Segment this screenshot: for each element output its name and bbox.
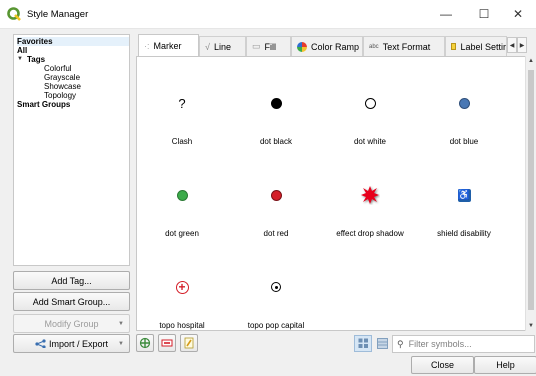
question-mark-icon: ? (178, 95, 186, 111)
modify-group-button[interactable]: Modify Group ▼ (13, 314, 130, 333)
tree-item-tags[interactable]: ▼ Tags (17, 55, 129, 64)
filter-symbols-input[interactable]: ⚲ Filter symbols... (392, 335, 535, 353)
symbol-list-scrollbar[interactable]: ▲ ▼ (525, 56, 535, 331)
add-item-button[interactable] (136, 334, 154, 352)
close-button[interactable]: Close (411, 356, 474, 374)
add-smart-group-button[interactable]: Add Smart Group... (13, 292, 130, 311)
list-view-button[interactable] (373, 335, 391, 352)
symbol-type-tabs: ·: Marker √ Line ▭ Fill Color Ramp abc T… (136, 34, 527, 56)
tab-scroll-right-icon[interactable]: ▶ (517, 37, 527, 53)
tab-label-settings[interactable]: Label Settir (445, 36, 507, 56)
maximize-button[interactable]: ☐ (466, 0, 502, 28)
modify-group-label: Modify Group (44, 318, 99, 329)
expand-arrow-icon[interactable]: ▼ (17, 55, 27, 64)
tree-item-showcase[interactable]: Showcase (17, 82, 129, 91)
add-symbol-icon (139, 337, 151, 349)
qgis-logo-icon (7, 7, 21, 21)
filter-placeholder: Filter symbols... (408, 339, 472, 349)
capital-point-icon (236, 277, 316, 297)
scroll-thumb[interactable] (528, 70, 534, 310)
black-dot-icon (236, 93, 316, 113)
title-bar: Style Manager — ☐ ✕ (0, 0, 536, 28)
fill-icon: ▭ (252, 41, 261, 51)
tree-item-smart-groups[interactable]: Smart Groups (17, 100, 129, 109)
tree-item-topology[interactable]: Topology (17, 91, 129, 100)
starburst-icon (330, 185, 410, 205)
pencil-icon (184, 337, 194, 349)
search-icon: ⚲ (397, 338, 404, 349)
tree-item-all[interactable]: All (17, 46, 129, 55)
tree-item-grayscale[interactable]: Grayscale (17, 73, 129, 82)
hospital-cross-icon: + (142, 277, 222, 297)
tab-marker[interactable]: ·: Marker (138, 34, 199, 56)
grid-view-icon (358, 338, 368, 348)
add-tag-button[interactable]: Add Tag... (13, 271, 130, 290)
line-icon: √ (205, 41, 210, 52)
close-window-button[interactable]: ✕ (500, 0, 536, 28)
symbol-list[interactable]: ? Clash dot black dot white dot blue dot… (136, 56, 526, 331)
remove-item-button[interactable] (158, 334, 176, 352)
tree-item-favorites[interactable]: Favorites (17, 37, 129, 46)
blue-dot-icon (424, 93, 504, 113)
minimize-button[interactable]: — (428, 0, 464, 28)
tab-color-ramp[interactable]: Color Ramp (291, 36, 363, 56)
tab-text-format[interactable]: abc Text Format (363, 36, 445, 56)
import-export-button[interactable]: Import / Export ▼ (13, 334, 130, 353)
help-button[interactable]: Help (474, 356, 536, 374)
wheelchair-icon: ♿ (457, 188, 471, 202)
chevron-down-icon: ▼ (118, 340, 124, 347)
share-icon (35, 339, 46, 348)
list-view-icon (376, 338, 388, 349)
scroll-down-icon[interactable]: ▼ (526, 321, 536, 331)
marker-icon: ·: (144, 40, 150, 51)
edit-item-button[interactable] (180, 334, 198, 352)
red-dot-icon (236, 185, 316, 205)
window-title: Style Manager (27, 8, 89, 20)
text-format-icon: abc (369, 43, 379, 50)
white-dot-icon (330, 93, 410, 113)
chevron-down-icon: ▼ (118, 320, 124, 327)
import-export-label: Import / Export (48, 338, 109, 349)
tab-fill[interactable]: ▭ Fill (246, 36, 291, 56)
titlebar-divider (0, 28, 536, 29)
remove-symbol-icon (161, 339, 173, 347)
tab-line[interactable]: √ Line (199, 36, 246, 56)
tab-scroll-left-icon[interactable]: ◀ (507, 37, 517, 53)
green-dot-icon (142, 185, 222, 205)
label-settings-icon (451, 43, 457, 50)
color-ramp-icon (297, 41, 307, 52)
scroll-up-icon[interactable]: ▲ (526, 56, 536, 66)
icon-view-button[interactable] (354, 335, 372, 352)
tree-item-colorful[interactable]: Colorful (17, 64, 129, 73)
group-tree[interactable]: Favorites All ▼ Tags Colorful Grayscale … (13, 34, 130, 266)
